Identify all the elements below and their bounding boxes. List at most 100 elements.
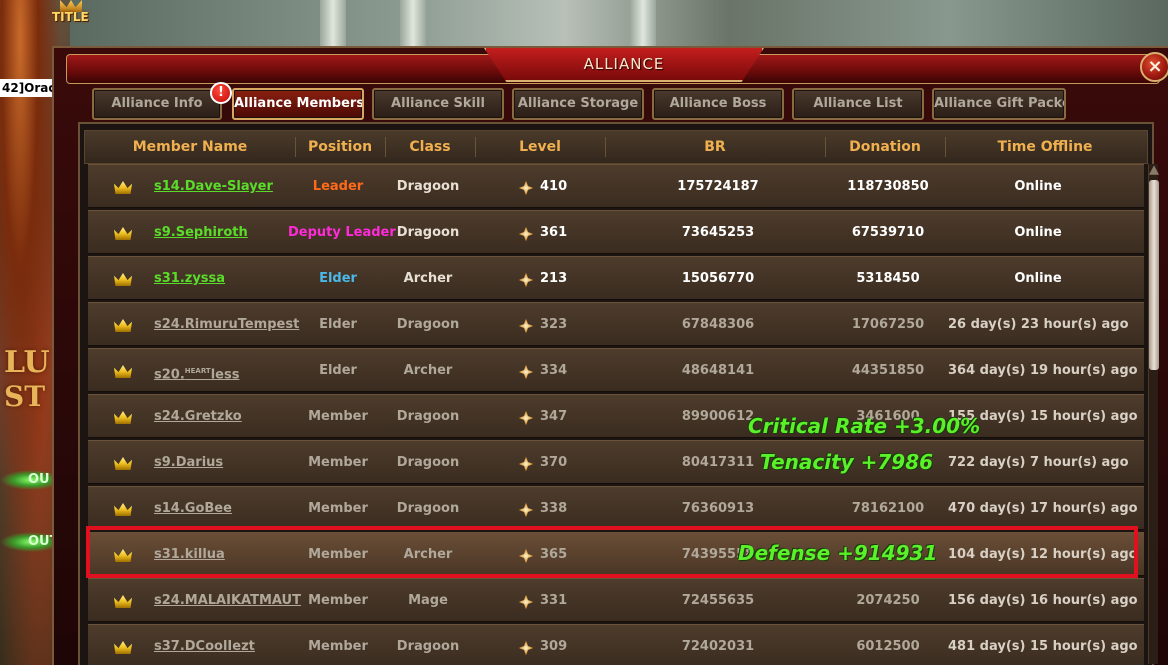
event-banner-text: ST: [4, 380, 46, 413]
crown-icon: [114, 365, 132, 378]
member-donation: 5318450: [856, 271, 920, 286]
member-br: 72455635: [681, 593, 755, 608]
table-row[interactable]: s20.HEARTless Elder Archer 334 48648141 44351…: [88, 348, 1144, 392]
member-name-link[interactable]: s20.HEARTless: [154, 349, 239, 393]
column-header-class[interactable]: Class: [385, 131, 475, 163]
crown-icon: [114, 641, 132, 654]
member-position: Member: [308, 501, 368, 516]
window-title: ALLIANCE: [583, 55, 665, 73]
member-level: 410: [540, 179, 568, 194]
member-donation: 67539710: [851, 225, 925, 240]
column-header-time-offline[interactable]: Time Offline: [945, 131, 1145, 163]
member-position: Member: [308, 455, 368, 470]
column-header-donation-history[interactable]: Donation History: [825, 131, 945, 187]
scrollbar[interactable]: [1148, 164, 1159, 664]
crown-icon: [114, 411, 132, 424]
member-level: 331: [540, 593, 568, 608]
member-br: 175724187: [677, 179, 759, 194]
tab-alliance-storage[interactable]: Alliance Storage: [512, 88, 644, 120]
table-row[interactable]: s9.Sephiroth Deputy Leader Dragoon 361 73645…: [88, 210, 1144, 254]
crown-icon: [114, 457, 132, 470]
member-br: 15056770: [681, 271, 755, 286]
table-row[interactable]: s9.Darius Member Dragoon 370 80417311 722 day…: [88, 440, 1144, 484]
tab-alliance-boss[interactable]: Alliance Boss: [652, 88, 784, 120]
tab-alliance-skill[interactable]: Alliance Skill: [372, 88, 504, 120]
member-name-link[interactable]: s9.Sephiroth: [154, 211, 248, 255]
member-donation: 44351850: [851, 363, 925, 378]
member-position: Member: [308, 547, 368, 562]
member-class: Archer: [403, 271, 453, 286]
member-class: Dragoon: [396, 179, 460, 194]
member-name-link[interactable]: s31.zyssa: [154, 257, 225, 301]
tab-alliance-list[interactable]: Alliance List: [792, 88, 924, 120]
member-donation: 78162100: [851, 501, 925, 516]
member-time-offline: 26 day(s) 23 hour(s) ago: [948, 317, 1129, 332]
crown-icon: [114, 319, 132, 332]
member-name-link[interactable]: s14.Dave-Slayer: [154, 165, 273, 209]
table-row[interactable]: s24.RimuruTempest Elder Dragoon 323 67848306…: [88, 302, 1144, 346]
member-level: 323: [540, 317, 568, 332]
member-donation: 2074250: [856, 593, 920, 608]
close-button[interactable]: ×: [1140, 52, 1168, 82]
member-br: 73645253: [681, 225, 755, 240]
member-donation: 118730850: [847, 179, 929, 194]
member-position: Member: [308, 409, 368, 424]
member-name-link[interactable]: s24.RimuruTempest: [154, 303, 299, 347]
table-row[interactable]: s31.zyssa Elder Archer 213 15056770 5318450 On…: [88, 256, 1144, 300]
member-class: Mage: [408, 593, 448, 608]
member-name-link[interactable]: s24.Gretzko: [154, 395, 242, 439]
tab-alliance-members[interactable]: Alliance Members: [232, 88, 364, 120]
member-time-offline: 481 day(s) 15 hour(s) ago: [948, 639, 1138, 654]
member-class: Dragoon: [396, 501, 460, 516]
crown-icon: [114, 595, 132, 608]
member-name-link[interactable]: s14.GoBee: [154, 487, 232, 531]
member-name-link[interactable]: s31.killua: [154, 533, 225, 577]
member-class: Archer: [403, 547, 453, 562]
member-br: 76360913: [681, 501, 755, 516]
scroll-thumb[interactable]: [1149, 180, 1159, 370]
member-level: 213: [540, 271, 568, 286]
column-header-position[interactable]: Position: [295, 131, 385, 163]
table-row[interactable]: s14.Dave-Slayer Leader Dragoon 410 175724187…: [88, 164, 1144, 208]
member-br: 72402031: [681, 639, 755, 654]
crown-icon: [114, 273, 132, 286]
member-class: Dragoon: [396, 409, 460, 424]
table-row[interactable]: s24.Gretzko Member Dragoon 347 89900612 34616…: [88, 394, 1144, 438]
member-name-link[interactable]: s24.MALAIKATMAUT: [154, 579, 301, 623]
table-row[interactable]: s31.killua Member Archer 365 74395558 104 day…: [88, 532, 1144, 576]
member-level: 338: [540, 501, 568, 516]
member-position: Elder: [319, 271, 357, 286]
member-position: Elder: [319, 317, 357, 332]
member-name-link[interactable]: s9.Darius: [154, 441, 223, 485]
column-header-member-name[interactable]: Member Name: [105, 131, 275, 163]
member-position: Leader: [312, 179, 364, 194]
member-br: 48648141: [681, 363, 755, 378]
member-position: Member: [308, 593, 368, 608]
member-class: Dragoon: [396, 455, 460, 470]
member-level: 334: [540, 363, 568, 378]
table-row[interactable]: s24.MALAIKATMAUT Member Mage 331 72455635 207…: [88, 578, 1144, 622]
column-header-level[interactable]: Level: [475, 131, 605, 163]
table-row[interactable]: s37.DCoolIezt Member Dragoon 309 72402031 601…: [88, 624, 1144, 665]
tab-alliance-info[interactable]: Alliance Info: [92, 88, 222, 120]
event-banner-text: LU: [4, 345, 50, 380]
pillar-decoration: [630, 0, 656, 48]
member-level: 365: [540, 547, 568, 562]
member-level: 309: [540, 639, 568, 654]
game-background-top: [70, 0, 1168, 48]
crown-icon: [114, 181, 132, 194]
member-level: 370: [540, 455, 568, 470]
table-row[interactable]: s14.GoBee Member Dragoon 338 76360913 7816210…: [88, 486, 1144, 530]
crown-icon: [114, 227, 132, 240]
tab-alliance-gift-packet[interactable]: Alliance Gift Packet: [932, 88, 1066, 120]
pillar-decoration: [400, 0, 426, 48]
member-donation: 6012500: [856, 639, 920, 654]
member-time-offline: Online: [1014, 225, 1062, 240]
member-position: Member: [308, 639, 368, 654]
scroll-up-icon[interactable]: [1149, 165, 1159, 175]
member-name-link[interactable]: s37.DCoolIezt: [154, 625, 255, 665]
member-position: Elder: [319, 363, 357, 378]
column-header-br[interactable]: BR: [605, 131, 825, 163]
crown-icon: [114, 503, 132, 516]
title-button[interactable]: TITLE: [52, 10, 89, 24]
